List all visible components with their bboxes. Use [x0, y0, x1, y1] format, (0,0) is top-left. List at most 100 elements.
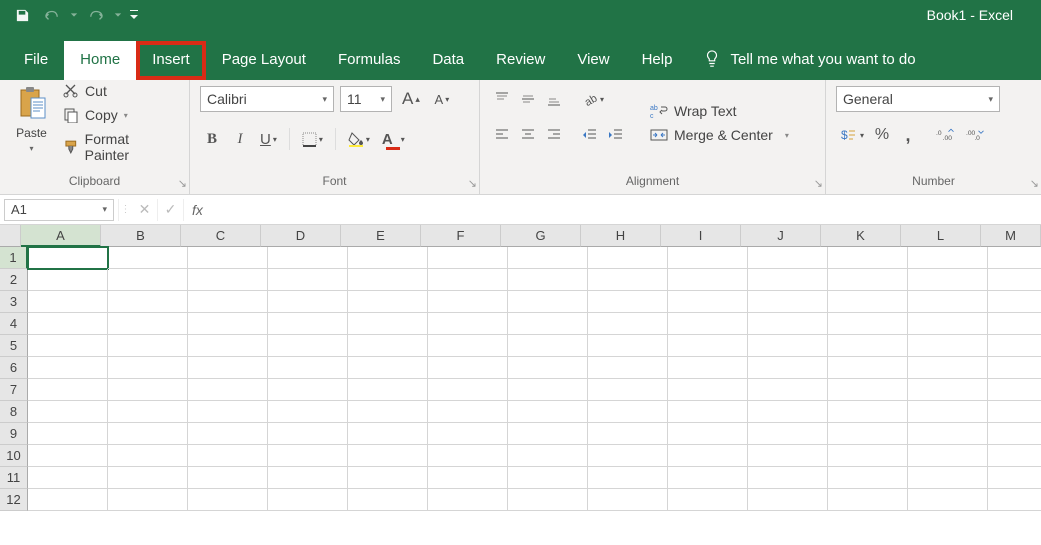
column-header[interactable]: F	[421, 225, 501, 247]
cell[interactable]	[588, 401, 668, 423]
cell[interactable]	[748, 423, 828, 445]
cell[interactable]	[908, 489, 988, 511]
cell[interactable]	[348, 291, 428, 313]
cell[interactable]	[188, 269, 268, 291]
cell[interactable]	[428, 489, 508, 511]
cell[interactable]	[28, 401, 108, 423]
row-header[interactable]: 7	[0, 379, 28, 401]
cell[interactable]	[828, 467, 908, 489]
increase-font-button[interactable]: A▴	[398, 86, 424, 112]
cell[interactable]	[428, 423, 508, 445]
column-header[interactable]: I	[661, 225, 741, 247]
column-header[interactable]: A	[21, 225, 101, 247]
cell[interactable]	[828, 357, 908, 379]
cell[interactable]	[828, 335, 908, 357]
cell[interactable]	[268, 379, 348, 401]
qat-customize-icon[interactable]	[126, 3, 142, 27]
align-left-button[interactable]	[490, 122, 514, 148]
cell[interactable]	[108, 467, 188, 489]
underline-button[interactable]: U▾	[256, 126, 281, 152]
cell[interactable]	[588, 335, 668, 357]
row-header[interactable]: 11	[0, 467, 28, 489]
cell[interactable]	[668, 291, 748, 313]
cell[interactable]	[508, 401, 588, 423]
cell[interactable]	[508, 445, 588, 467]
column-header[interactable]: D	[261, 225, 341, 247]
cell[interactable]	[588, 357, 668, 379]
cell[interactable]	[588, 467, 668, 489]
cell[interactable]	[828, 313, 908, 335]
paste-button[interactable]: Paste ▾	[10, 86, 53, 153]
row-header[interactable]: 9	[0, 423, 28, 445]
cell[interactable]	[508, 379, 588, 401]
cell[interactable]	[988, 247, 1041, 269]
redo-button[interactable]	[82, 3, 110, 27]
row-header[interactable]: 10	[0, 445, 28, 467]
font-size-combo[interactable]: 11 ▾	[340, 86, 392, 112]
cell[interactable]	[428, 291, 508, 313]
cell[interactable]	[188, 401, 268, 423]
fill-color-button[interactable]: ▾	[344, 126, 374, 152]
enter-formula-button[interactable]: ✓	[158, 199, 184, 221]
cell[interactable]	[588, 247, 668, 269]
cell[interactable]	[188, 247, 268, 269]
cell[interactable]	[108, 313, 188, 335]
copy-button[interactable]: Copy ▾	[59, 105, 179, 125]
decrease-indent-button[interactable]	[578, 122, 602, 148]
cell[interactable]	[668, 467, 748, 489]
cell[interactable]	[428, 335, 508, 357]
cell[interactable]	[28, 247, 108, 269]
cell[interactable]	[508, 467, 588, 489]
font-launcher-icon[interactable]: ↘	[468, 177, 477, 190]
cell[interactable]	[908, 269, 988, 291]
cell[interactable]	[428, 357, 508, 379]
cell[interactable]	[748, 291, 828, 313]
cell[interactable]	[988, 401, 1041, 423]
cell[interactable]	[268, 269, 348, 291]
cell[interactable]	[28, 335, 108, 357]
cell[interactable]	[908, 291, 988, 313]
cell[interactable]	[988, 313, 1041, 335]
cell[interactable]	[668, 313, 748, 335]
row-header[interactable]: 3	[0, 291, 28, 313]
cell[interactable]	[268, 445, 348, 467]
tab-page-layout[interactable]: Page Layout	[206, 41, 322, 80]
cell[interactable]	[348, 247, 428, 269]
cell[interactable]	[188, 445, 268, 467]
cell[interactable]	[348, 423, 428, 445]
cell[interactable]	[828, 401, 908, 423]
cell[interactable]	[268, 291, 348, 313]
cell[interactable]	[748, 401, 828, 423]
cell[interactable]	[108, 357, 188, 379]
column-header[interactable]: G	[501, 225, 581, 247]
tab-help[interactable]: Help	[626, 41, 689, 80]
font-name-combo[interactable]: Calibri ▾	[200, 86, 334, 112]
cell[interactable]	[748, 335, 828, 357]
align-middle-button[interactable]	[516, 86, 540, 112]
cell[interactable]	[668, 357, 748, 379]
cell[interactable]	[508, 291, 588, 313]
align-center-button[interactable]	[516, 122, 540, 148]
row-header[interactable]: 4	[0, 313, 28, 335]
cell[interactable]	[668, 401, 748, 423]
cell[interactable]	[28, 379, 108, 401]
decrease-decimal-button[interactable]: .00.0	[962, 122, 990, 148]
cell[interactable]	[268, 247, 348, 269]
cell[interactable]	[748, 467, 828, 489]
tab-view[interactable]: View	[561, 41, 625, 80]
cell[interactable]	[188, 489, 268, 511]
cell[interactable]	[668, 269, 748, 291]
cell[interactable]	[508, 357, 588, 379]
cell[interactable]	[348, 445, 428, 467]
cell[interactable]	[348, 379, 428, 401]
increase-indent-button[interactable]	[604, 122, 628, 148]
merge-center-button[interactable]: Merge & Center ▾	[646, 125, 793, 145]
cell[interactable]	[188, 379, 268, 401]
orientation-button[interactable]: ab▾	[578, 86, 608, 112]
tab-formulas[interactable]: Formulas	[322, 41, 417, 80]
wrap-text-button[interactable]: abc Wrap Text	[646, 101, 793, 121]
redo-dropdown-icon[interactable]	[112, 3, 124, 27]
cell[interactable]	[988, 291, 1041, 313]
column-header[interactable]: B	[101, 225, 181, 247]
cell[interactable]	[188, 467, 268, 489]
